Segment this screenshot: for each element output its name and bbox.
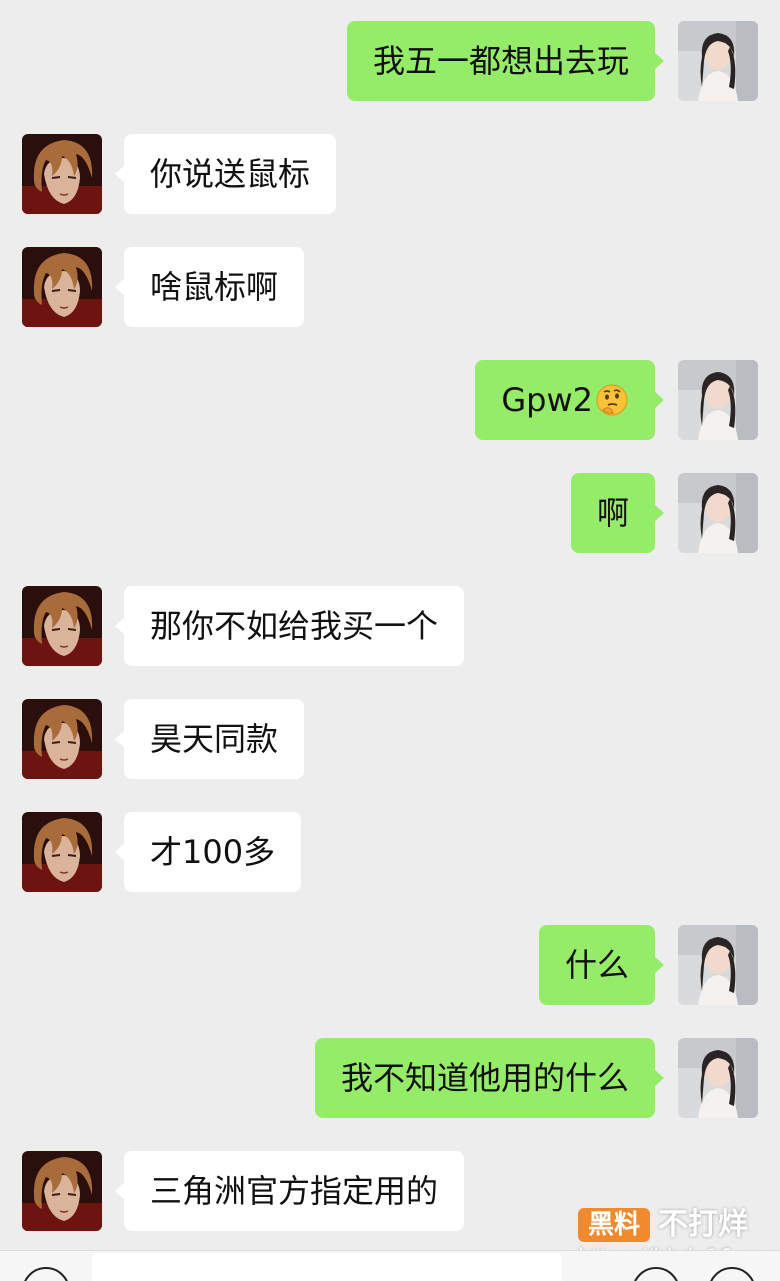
watermark-title: 不打烊 [658,1207,748,1242]
message-bubble[interactable]: 那你不如给我买一个 [114,586,465,666]
message-bubble[interactable]: 啊 [570,473,665,553]
my-avatar[interactable] [678,473,758,553]
chat-input-bar [0,1250,780,1281]
message-bubble[interactable]: 昊天同款 [114,699,305,779]
message-bubble[interactable]: 你说送鼠标 [114,134,337,214]
friend-avatar[interactable] [22,247,102,327]
message-bubble[interactable]: 啥鼠标啊 [114,247,305,327]
message-row-me: 我不知道他用的什么 [0,1038,780,1118]
message-row-friend: 才100多 [0,812,780,892]
my-avatar[interactable] [678,360,758,440]
my-avatar[interactable] [678,21,758,101]
message-row-friend: 你说送鼠标 [0,134,780,214]
watermark-logo: 黑料 [578,1208,650,1242]
message-bubble[interactable]: 才100多 [114,812,302,892]
message-input[interactable] [92,1253,562,1281]
message-bubble[interactable]: 我五一都想出去玩 [346,21,665,101]
friend-avatar[interactable] [22,1151,102,1231]
message-row-me: Gpw2 [0,360,780,440]
plus-icon[interactable] [708,1267,756,1281]
my-avatar[interactable] [678,925,758,1005]
emoji-icon[interactable] [632,1267,680,1281]
message-text: Gpw2 [501,381,593,419]
friend-avatar[interactable] [22,699,102,779]
friend-avatar[interactable] [22,134,102,214]
chat-message-list[interactable]: 我五一都想出去玩 你说送鼠标 啥鼠标啊 Gpw2 啊 那你不如给我买一个 昊天同… [0,0,780,1250]
message-row-friend: 昊天同款 [0,699,780,779]
message-row-me: 什么 [0,925,780,1005]
friend-avatar[interactable] [22,586,102,666]
friend-avatar[interactable] [22,812,102,892]
message-bubble[interactable]: 三角洲官方指定用的 [114,1151,465,1231]
message-row-friend: 那你不如给我买一个 [0,586,780,666]
watermark-logo-text: 黑料 [587,1210,640,1240]
message-bubble[interactable]: 什么 [538,925,665,1005]
message-bubble[interactable]: 我不知道他用的什么 [314,1038,665,1118]
voice-icon[interactable] [22,1267,70,1281]
thinking-face-icon [596,384,628,416]
message-bubble[interactable]: Gpw2 [475,360,664,440]
message-row-me: 我五一都想出去玩 [0,21,780,101]
my-avatar[interactable] [678,1038,758,1118]
message-row-friend: 啥鼠标啊 [0,247,780,327]
message-row-me: 啊 [0,473,780,553]
